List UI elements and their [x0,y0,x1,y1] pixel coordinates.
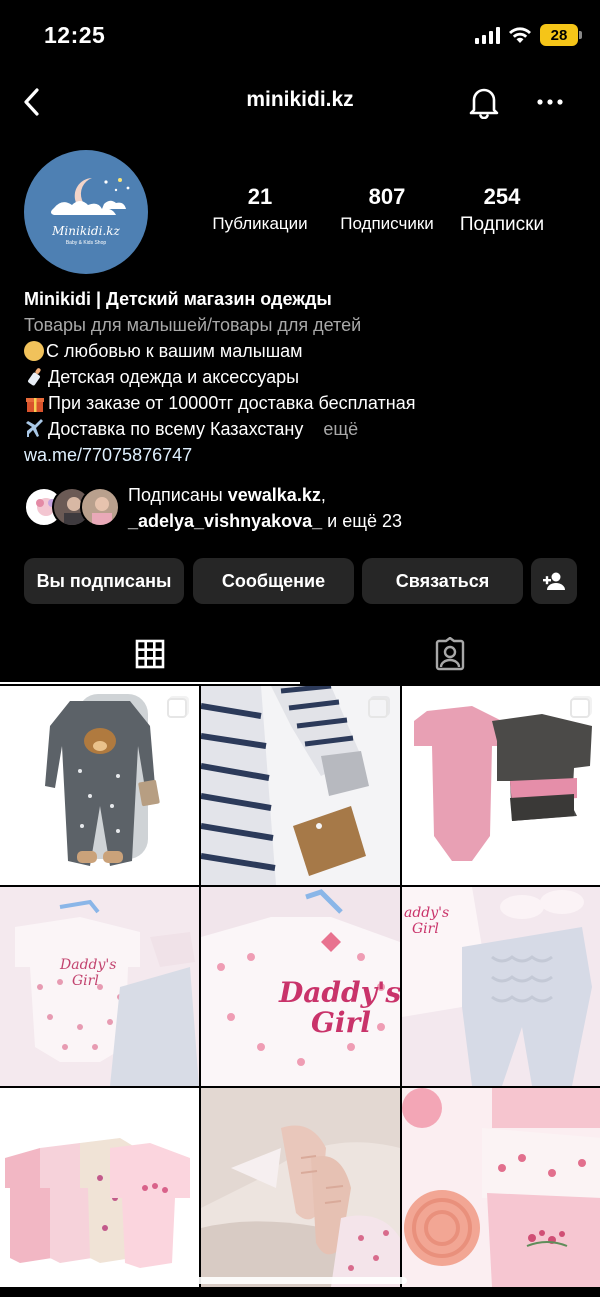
profile-bio: Minikidi | Детский магазин одежды Товары… [24,286,584,468]
more-options-button[interactable] [530,82,570,122]
stat-following[interactable]: 254 Подписки [452,184,552,236]
svg-text:addy's: addy's [404,905,449,921]
follower-username[interactable]: _adelya_vishnyakova_ [128,511,322,531]
nav-bar: minikidi.kz [0,70,600,134]
post-thumbnail[interactable] [0,1088,199,1287]
contact-button[interactable]: Связаться [362,558,523,604]
multiple-photos-icon [368,698,388,718]
bio-website-link[interactable]: wa.me/77075876747 [24,442,584,468]
notifications-button[interactable] [464,82,504,122]
tab-tagged[interactable] [300,624,600,684]
profile-username: minikidi.kz [246,88,354,111]
airplane-emoji-icon [24,419,46,441]
avatar-subtitle: Baby & Kids Shop [65,240,107,246]
avatar-logo-text: Minikidi.kz [52,224,120,238]
svg-text:Daddy's: Daddy's [278,976,400,1009]
posts-count: 21 [247,184,273,209]
profile-stats: 21 Публикации 807 Подписчики 254 Подписк… [210,184,570,244]
posts-grid: Daddy's Girl Daddy's Girl addy's Girl [0,686,600,1287]
follower-username[interactable]: vewalka.kz [228,485,321,505]
more-horizontal-icon [537,99,563,105]
post-thumbnail[interactable]: addy's Girl [402,887,600,1086]
svg-text:Girl: Girl [311,1006,371,1039]
add-user-icon [543,572,565,590]
svg-text:Daddy's: Daddy's [59,957,116,973]
svg-text:Girl: Girl [412,921,439,937]
message-button[interactable]: Сообщение [193,558,354,604]
grid-icon [135,639,165,669]
tagged-person-icon [435,637,465,671]
bio-more-link[interactable]: ещё [323,419,358,439]
following-count: 254 [483,184,521,209]
bio-line-4: Доставка по всему Казахстану [48,419,304,439]
following-label: Подписки [459,214,545,235]
baby-emoji-icon [24,341,44,361]
post-thumbnail[interactable] [0,686,199,885]
moon-logo-icon [51,178,130,215]
post-thumbnail[interactable] [201,1088,400,1287]
bio-category: Товары для малышей/товары для детей [24,315,362,335]
profile-actions: Вы подписаны Сообщение Связаться [24,558,577,604]
follower-avatar [80,487,120,527]
followed-by-text: Подписаны vewalka.kz, _adelya_vishnyakov… [128,485,403,531]
post-thumbnail[interactable] [201,686,400,885]
status-bar: 12:25 28 [0,0,600,70]
multiple-photos-icon [167,698,187,718]
following-button[interactable]: Вы подписаны [24,558,184,604]
battery-icon: 28 [540,24,582,46]
stat-followers[interactable]: 807 Подписчики [332,184,442,234]
add-user-button[interactable] [531,558,577,604]
cellular-signal-icon [475,26,500,44]
active-tab-indicator [0,682,300,684]
stat-posts[interactable]: 21 Публикации [210,184,310,234]
wifi-icon [509,27,531,43]
post-thumbnail[interactable] [402,1088,600,1287]
svg-text:Girl: Girl [72,973,99,989]
bio-line-2: Детская одежда и аксессуары [48,367,300,387]
profile-avatar[interactable]: Minikidi.kz Baby & Kids Shop [24,150,148,274]
bio-name: Minikidi | Детский магазин одежды [24,289,332,309]
home-indicator[interactable] [193,1277,407,1284]
gift-emoji-icon [24,393,46,415]
followed-by[interactable]: Подписаны vewalka.kz, _adelya_vishnyakov… [24,482,584,536]
tab-posts-grid[interactable] [0,624,300,684]
status-time: 12:25 [44,22,106,48]
bell-icon [469,88,499,119]
post-thumbnail[interactable] [402,686,600,885]
bio-line-3: При заказе от 10000тг доставка бесплатна… [48,393,416,413]
bio-line-1: С любовью к вашим малышам [46,341,303,361]
status-icons: 28 [475,24,582,46]
profile-tabs [0,624,600,686]
post-thumbnail[interactable]: Daddy's Girl [0,887,199,1086]
posts-label: Публикации [212,214,308,233]
multiple-photos-icon [570,698,590,718]
followers-label: Подписчики [340,214,434,233]
baby-bottle-emoji-icon [24,367,46,389]
post-thumbnail[interactable]: Daddy's Girl [201,887,400,1086]
followers-count: 807 [368,184,406,209]
